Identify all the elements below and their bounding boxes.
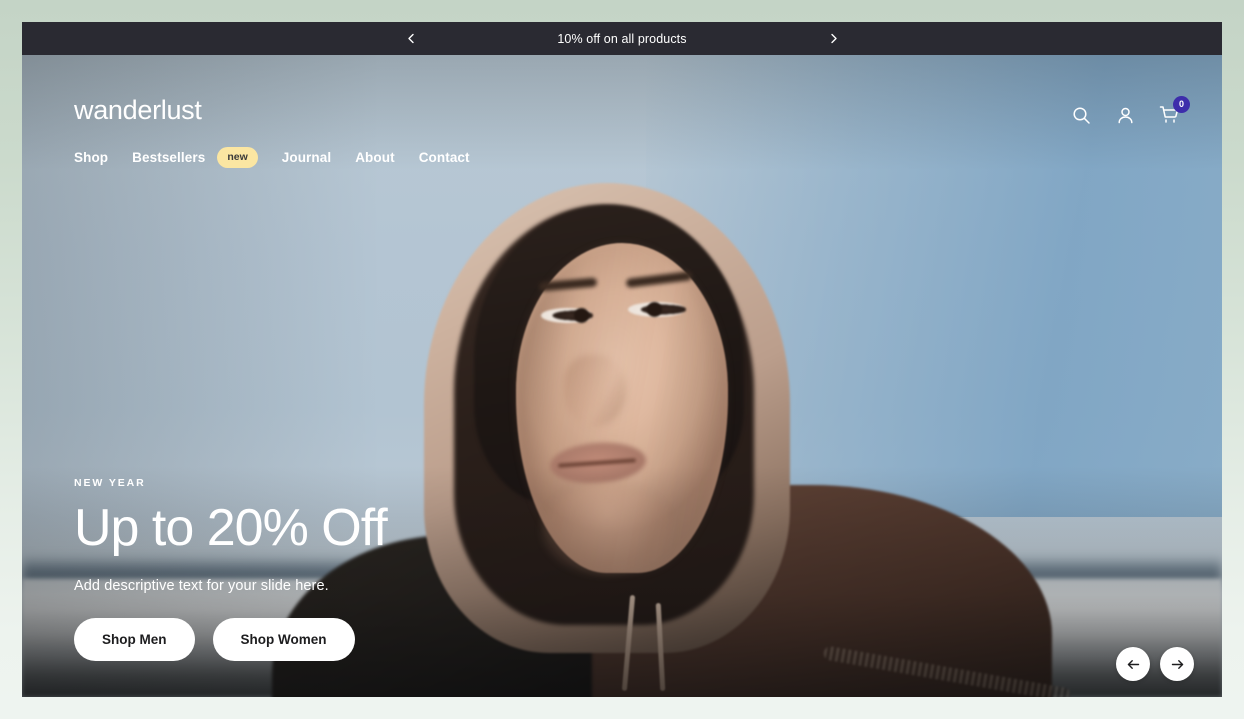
arrow-right-icon [1171, 659, 1183, 669]
site-logo[interactable]: wanderlust [74, 97, 470, 124]
nav-badge-new[interactable]: new [217, 147, 258, 168]
nav-item-shop[interactable]: Shop [74, 150, 108, 165]
nav-item-journal[interactable]: Journal [282, 150, 331, 165]
arrow-left-icon [1127, 659, 1139, 669]
nav-item-about[interactable]: About [355, 150, 394, 165]
slider-next-button[interactable] [1160, 647, 1194, 681]
hero-slide: wanderlust Shop Bestsellers new Journal … [22, 55, 1222, 697]
search-icon [1072, 106, 1090, 124]
header-icon-group: 0 [1066, 96, 1190, 130]
shop-men-button[interactable]: Shop Men [74, 618, 195, 661]
search-button[interactable] [1066, 100, 1096, 130]
shop-women-button[interactable]: Shop Women [212, 618, 355, 661]
chevron-left-icon [407, 33, 414, 44]
hero-slider-navigation [1116, 647, 1194, 681]
hero-text-block: NEW YEAR Up to 20% Off Add descriptive t… [74, 477, 694, 661]
slider-prev-button[interactable] [1116, 647, 1150, 681]
chevron-right-icon [830, 33, 837, 44]
hero-subtext: Add descriptive text for your slide here… [74, 578, 329, 594]
cart-count-badge: 0 [1173, 96, 1190, 113]
nav-item-contact[interactable]: Contact [419, 150, 470, 165]
cart-button[interactable]: 0 [1154, 96, 1190, 130]
announcement-bar: 10% off on all products [22, 22, 1222, 55]
hero-eyebrow: NEW YEAR [74, 476, 146, 489]
header-left: wanderlust Shop Bestsellers new Journal … [74, 97, 470, 168]
hero-headline: Up to 20% Off [74, 498, 388, 557]
nav-item-bestsellers[interactable]: Bestsellers [132, 150, 205, 165]
announcement-next-button[interactable] [816, 22, 850, 55]
main-navigation: Shop Bestsellers new Journal About Conta… [74, 147, 470, 168]
announcement-prev-button[interactable] [394, 22, 428, 55]
page-content-card: 10% off on all products wanderlust Shop … [22, 22, 1222, 697]
account-button[interactable] [1110, 100, 1140, 130]
site-header: wanderlust Shop Bestsellers new Journal … [22, 55, 1222, 168]
hero-cta-group: Shop Men Shop Women [74, 618, 694, 661]
announcement-text: 10% off on all products [557, 31, 687, 46]
user-icon [1117, 107, 1133, 123]
